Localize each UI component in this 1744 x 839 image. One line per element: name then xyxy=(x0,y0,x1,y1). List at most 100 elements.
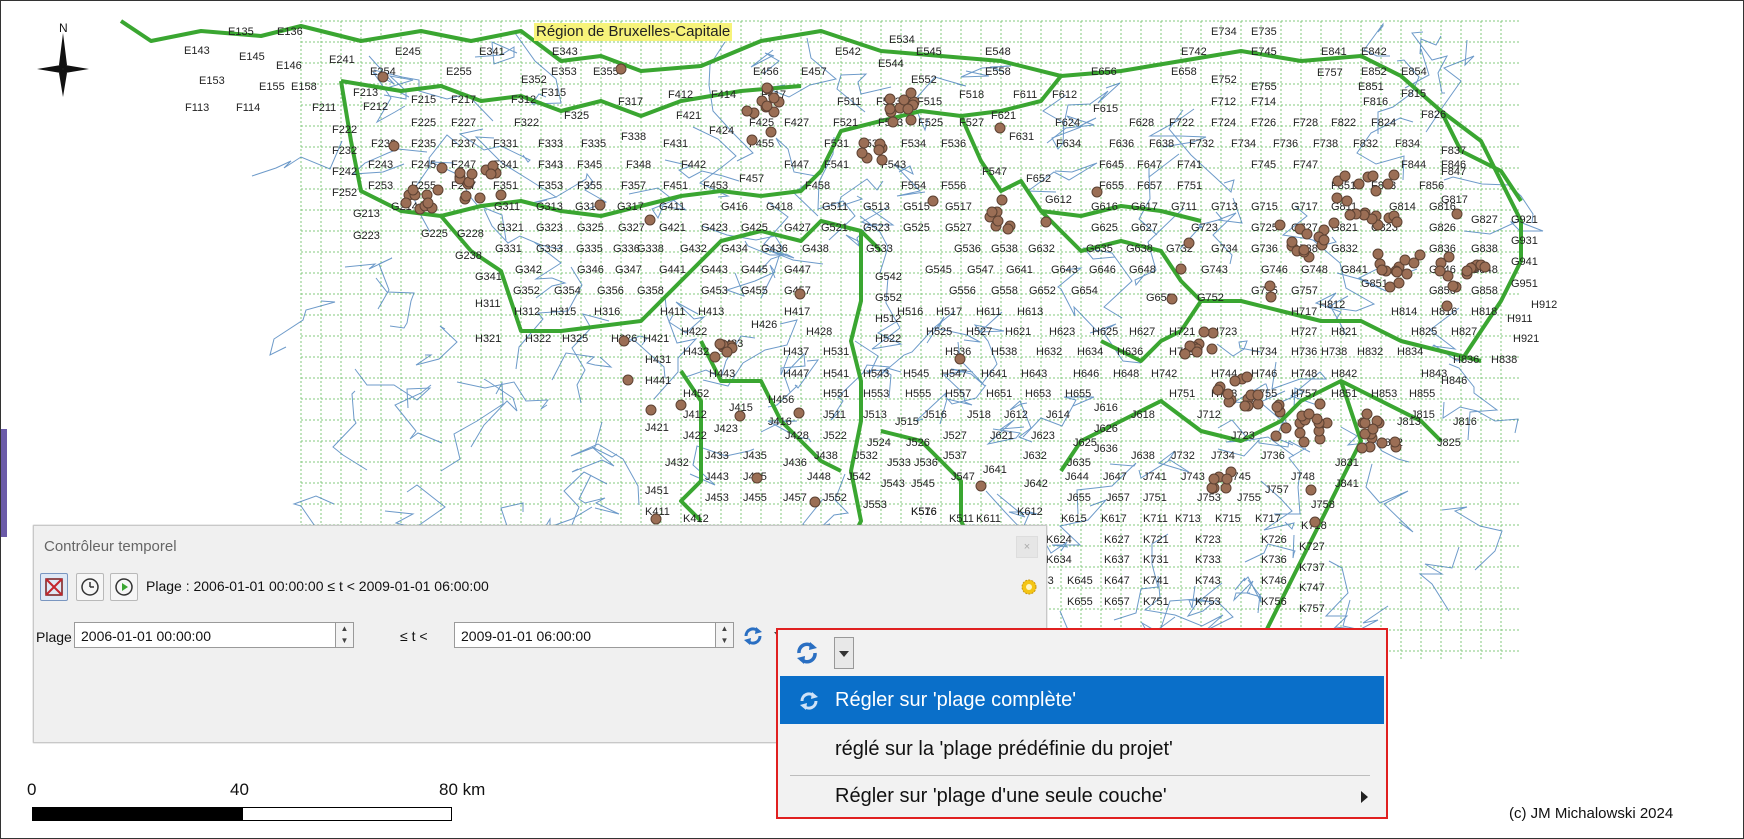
observation-point[interactable] xyxy=(1441,300,1453,312)
observation-point[interactable] xyxy=(594,199,606,211)
observation-point[interactable] xyxy=(1318,234,1330,246)
observation-point[interactable] xyxy=(873,144,885,156)
observation-point[interactable] xyxy=(1443,251,1455,263)
observation-point[interactable] xyxy=(1220,482,1232,494)
observation-point[interactable] xyxy=(927,195,939,207)
observation-point[interactable] xyxy=(1461,265,1473,277)
observation-point[interactable] xyxy=(761,82,773,94)
spin-down-icon[interactable]: ▼ xyxy=(716,635,733,647)
observation-point[interactable] xyxy=(1479,261,1491,273)
observation-point[interactable] xyxy=(1166,293,1178,305)
observation-point[interactable] xyxy=(1294,427,1306,439)
observation-point[interactable] xyxy=(858,137,870,149)
menu-item-single-layer-range[interactable]: Régler sur 'plage d'une seule couche' xyxy=(780,772,1384,820)
observation-point[interactable] xyxy=(1361,408,1373,420)
observation-point[interactable] xyxy=(809,496,821,508)
observation-point[interactable] xyxy=(1298,436,1310,448)
observation-point[interactable] xyxy=(1191,346,1203,358)
observation-point[interactable] xyxy=(1391,266,1403,278)
refresh-range-icon[interactable] xyxy=(742,625,764,647)
observation-point[interactable] xyxy=(902,103,914,115)
observation-point[interactable] xyxy=(876,154,888,166)
observation-point[interactable] xyxy=(1328,217,1340,229)
observation-point[interactable] xyxy=(1264,280,1276,292)
observation-point[interactable] xyxy=(1303,408,1315,420)
map-canvas[interactable]: E135 E136 E143 E145 E146 E153 E155 E158 F113 F114… xyxy=(0,0,1744,839)
observation-point[interactable] xyxy=(1183,237,1195,249)
observation-point[interactable] xyxy=(856,147,868,159)
observation-point[interactable] xyxy=(1388,169,1400,181)
observation-point[interactable] xyxy=(388,140,400,152)
observation-point[interactable] xyxy=(986,206,998,218)
observation-point[interactable] xyxy=(1274,219,1286,231)
observation-point[interactable] xyxy=(1212,384,1224,396)
observation-point[interactable] xyxy=(1206,482,1218,494)
start-datetime-input[interactable]: 2006-01-01 00:00:00 xyxy=(74,622,336,648)
settings-gear-icon[interactable] xyxy=(1020,578,1038,596)
observation-point[interactable] xyxy=(1314,398,1326,410)
menu-item-full-range[interactable]: Régler sur 'plage complète' xyxy=(780,676,1384,724)
observation-point[interactable] xyxy=(1280,422,1292,434)
observation-point[interactable] xyxy=(721,346,733,358)
observation-point[interactable] xyxy=(714,338,726,350)
observation-point[interactable] xyxy=(992,215,1004,227)
observation-point[interactable] xyxy=(1309,516,1321,528)
observation-point[interactable] xyxy=(1356,442,1368,454)
observation-point[interactable] xyxy=(1339,170,1351,182)
observation-point[interactable] xyxy=(741,105,753,117)
observation-point[interactable] xyxy=(1271,401,1283,413)
observation-point[interactable] xyxy=(1344,209,1356,221)
observation-point[interactable] xyxy=(1341,195,1353,207)
observation-point[interactable] xyxy=(1305,484,1317,496)
observation-point[interactable] xyxy=(1376,437,1388,449)
observation-point[interactable] xyxy=(1040,216,1052,228)
observation-point[interactable] xyxy=(1221,473,1233,485)
observation-point[interactable] xyxy=(1002,223,1014,235)
start-datetime-spinner[interactable]: ▲ ▼ xyxy=(336,622,354,648)
observation-point[interactable] xyxy=(884,93,896,105)
turn-off-temporal-button[interactable] xyxy=(40,573,68,601)
observation-point[interactable] xyxy=(1241,371,1253,383)
observation-point[interactable] xyxy=(1222,388,1234,400)
observation-point[interactable] xyxy=(884,103,896,115)
observation-point[interactable] xyxy=(454,167,466,179)
dropdown-toggle-button[interactable] xyxy=(834,637,854,669)
observation-point[interactable] xyxy=(734,410,746,422)
observation-point[interactable] xyxy=(994,122,1006,134)
observation-point[interactable] xyxy=(905,87,917,99)
observation-point[interactable] xyxy=(407,184,419,196)
observation-point[interactable] xyxy=(1391,216,1403,228)
observation-point[interactable] xyxy=(1372,248,1384,260)
observation-point[interactable] xyxy=(975,480,987,492)
observation-point[interactable] xyxy=(1175,263,1187,275)
observation-point[interactable] xyxy=(466,168,478,180)
observation-point[interactable] xyxy=(793,407,805,419)
observation-point[interactable] xyxy=(1367,423,1379,435)
close-button[interactable]: × xyxy=(1016,536,1038,558)
observation-point[interactable] xyxy=(495,189,507,201)
observation-point[interactable] xyxy=(377,71,389,83)
observation-point[interactable] xyxy=(1179,348,1191,360)
observation-point[interactable] xyxy=(1198,326,1210,338)
observation-point[interactable] xyxy=(1370,185,1382,197)
observation-point[interactable] xyxy=(618,335,630,347)
observation-point[interactable] xyxy=(1252,389,1264,401)
observation-point[interactable] xyxy=(1239,400,1251,412)
observation-point[interactable] xyxy=(1367,170,1379,182)
observation-point[interactable] xyxy=(644,214,656,226)
observation-point[interactable] xyxy=(1389,436,1401,448)
end-datetime-spinner[interactable]: ▲ ▼ xyxy=(716,622,734,648)
observation-point[interactable] xyxy=(1301,228,1313,240)
observation-point[interactable] xyxy=(1401,268,1413,280)
observation-point[interactable] xyxy=(1206,343,1218,355)
fixed-range-button[interactable] xyxy=(76,573,104,601)
observation-point[interactable] xyxy=(622,374,634,386)
observation-point[interactable] xyxy=(1207,327,1219,339)
observation-point[interactable] xyxy=(996,194,1008,206)
observation-point[interactable] xyxy=(1393,277,1405,289)
observation-point[interactable] xyxy=(1331,192,1343,204)
observation-point[interactable] xyxy=(650,513,662,525)
observation-point[interactable] xyxy=(954,353,966,365)
observation-point[interactable] xyxy=(794,288,806,300)
refresh-icon[interactable] xyxy=(794,640,820,666)
